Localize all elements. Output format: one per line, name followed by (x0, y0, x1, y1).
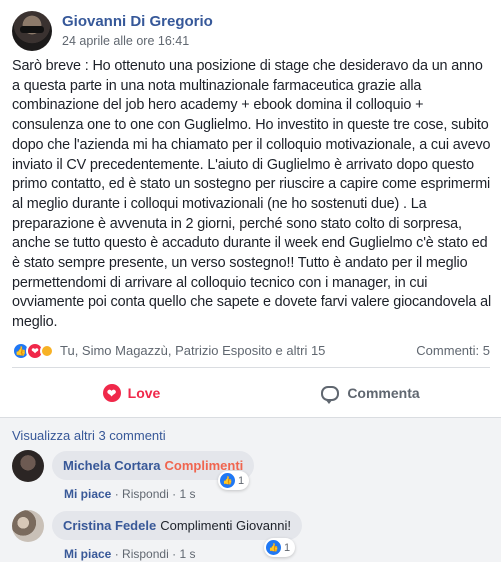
comment-label: Commenta (347, 385, 420, 401)
like-count: 1 (284, 541, 291, 554)
avatar[interactable] (12, 510, 44, 542)
like-icon: 👍 (220, 473, 235, 488)
comment-like-link[interactable]: Mi piace (64, 487, 111, 501)
comment-time[interactable]: 1 s (179, 547, 195, 561)
commenter-name[interactable]: Cristina Fedele (63, 518, 156, 533)
comment-reply-link[interactable]: Rispondi (122, 487, 169, 501)
commenter-name[interactable]: Michela Cortara (63, 458, 161, 473)
separator: · (114, 487, 123, 501)
post-header: Giovanni Di Gregorio 24 aprile alle ore … (12, 11, 492, 51)
author-avatar[interactable] (12, 11, 52, 51)
post-text: Sarò breve : Ho ottenuto una posizione d… (12, 58, 491, 331)
comment-like-badge[interactable]: 👍 1 (218, 471, 250, 490)
comment-like-badge[interactable]: 👍 1 (264, 538, 296, 557)
reactors-text[interactable]: Tu, Simo Magazzù, Patrizio Esposito e al… (60, 343, 325, 358)
comment-icon (321, 385, 340, 404)
like-icon: 👍 (266, 540, 281, 555)
comment-reply-link[interactable]: Rispondi (122, 547, 169, 561)
reaction-icons[interactable]: 👍 ❤ (12, 342, 54, 360)
like-count: 1 (238, 474, 245, 487)
author-name[interactable]: Giovanni Di Gregorio (62, 13, 213, 30)
love-button[interactable]: ❤ Love (12, 373, 251, 413)
comment-like-link[interactable]: Mi piace (64, 547, 111, 561)
wow-icon (40, 344, 54, 358)
divider (12, 367, 490, 368)
action-bar: ❤ Love Commenta (12, 373, 490, 413)
love-label: Love (127, 385, 161, 401)
comment-time[interactable]: 1 s (179, 487, 195, 501)
comments-count[interactable]: Commenti: 5 (416, 343, 490, 358)
view-more-comments-link[interactable]: Visualizza altri 3 commenti (12, 428, 166, 443)
separator: · (114, 547, 123, 561)
post-timestamp[interactable]: 24 aprile alle ore 16:41 (62, 34, 189, 48)
reactions-summary: 👍 ❤ Tu, Simo Magazzù, Patrizio Esposito … (12, 340, 490, 362)
comment-button[interactable]: Commenta (251, 373, 490, 413)
heart-icon: ❤ (102, 384, 121, 402)
comment-text: Complimenti Giovanni! (160, 518, 291, 533)
comment-actions: Mi piace · Rispondi · 1 s (64, 547, 195, 561)
comment-bubble: Cristina Fedele Complimenti Giovanni! (52, 511, 302, 540)
comments-section: Visualizza altri 3 commenti Michela Cort… (0, 417, 501, 562)
comment-actions: Mi piace · Rispondi · 1 s (64, 487, 195, 501)
avatar[interactable] (12, 450, 44, 482)
